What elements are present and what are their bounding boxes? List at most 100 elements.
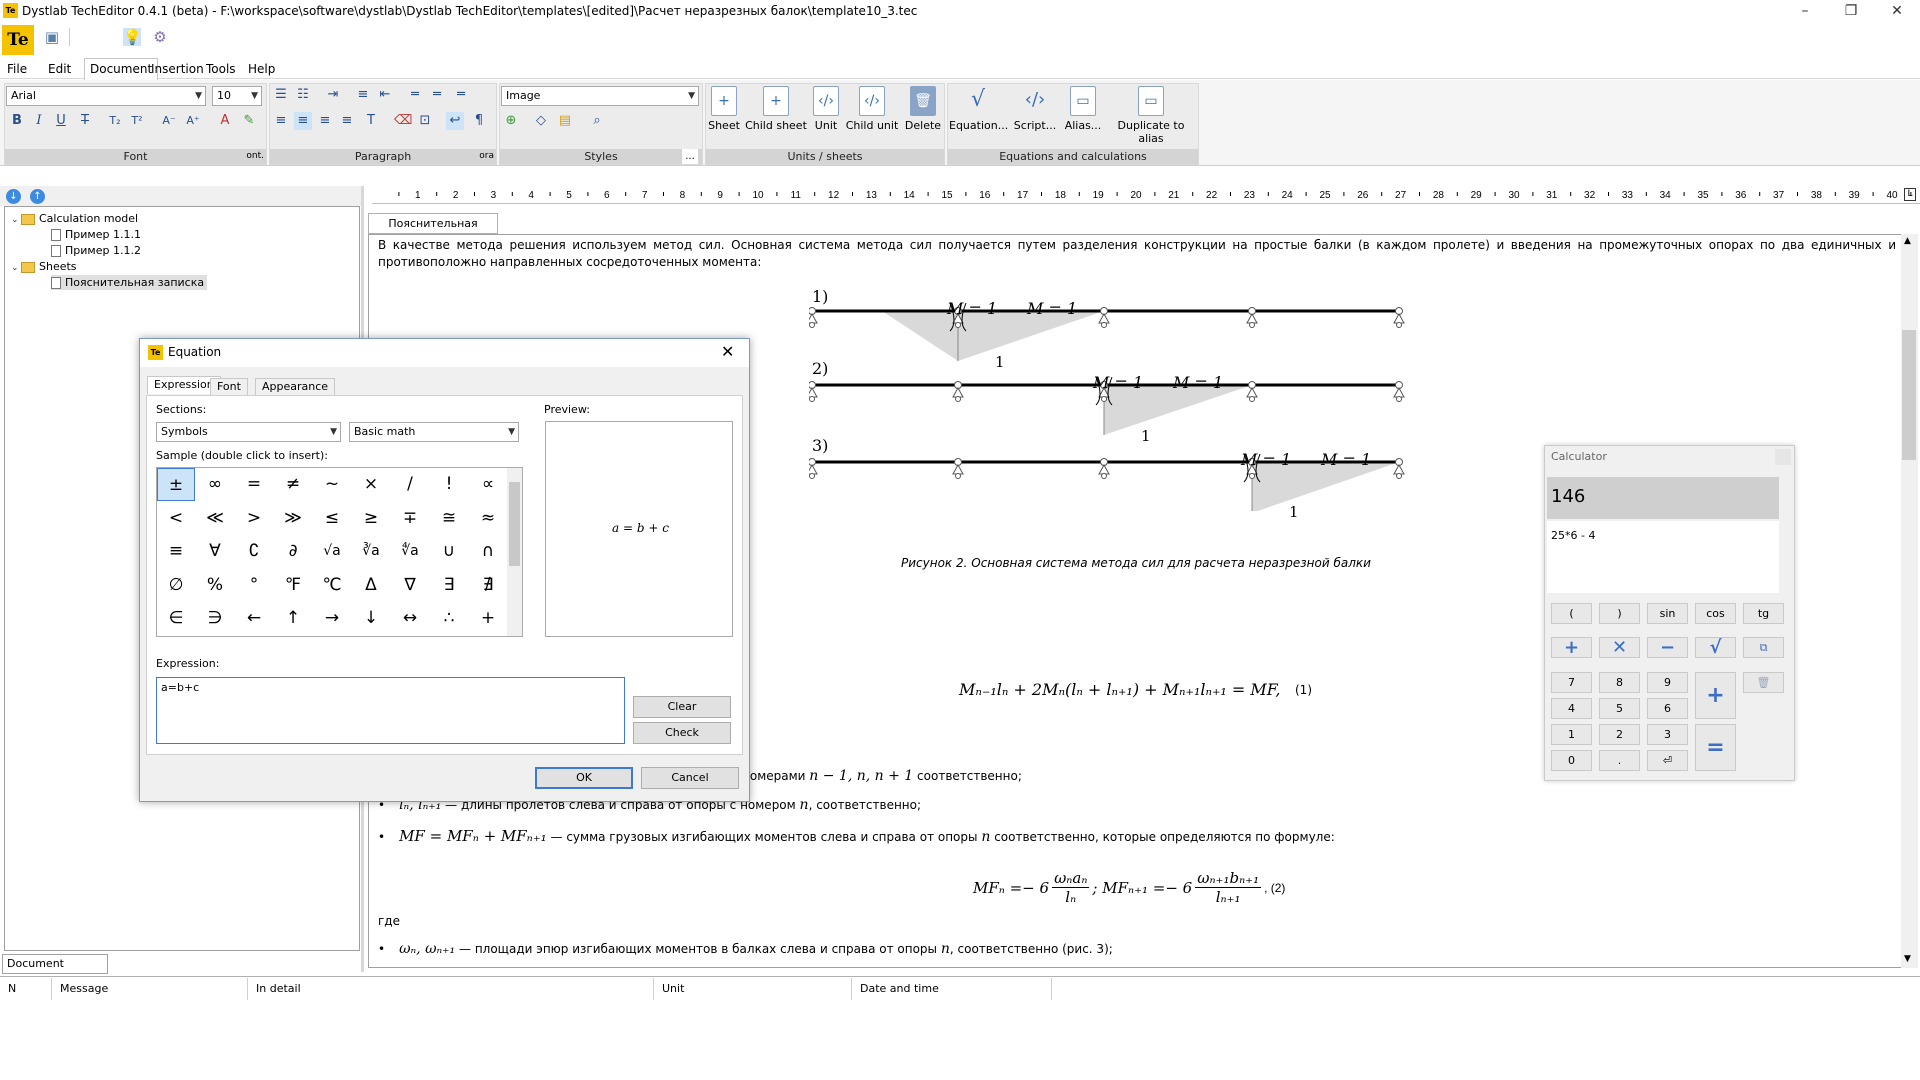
spacing-2-icon[interactable]: ═ [428, 86, 446, 104]
tree-item-sheets[interactable]: ⌄ Sheets [11, 259, 77, 274]
symbol-cell[interactable]: ∂ [274, 535, 312, 568]
calc-digit-2[interactable]: 2 [1599, 724, 1640, 745]
child-unit-button[interactable]: ‹/› Child unit [845, 86, 899, 132]
calc-digit-3[interactable]: 3 [1647, 724, 1688, 745]
minus-icon[interactable]: − [1647, 637, 1688, 658]
column-in-detail[interactable]: In detail [248, 978, 654, 1000]
justify-icon[interactable]: ≡ [338, 112, 356, 130]
superscript-icon[interactable]: T² [128, 112, 146, 130]
symbol-cell[interactable]: ℉ [274, 569, 312, 602]
column-n[interactable]: N [0, 978, 52, 1000]
clear-format-icon[interactable]: ⌫ [394, 112, 412, 130]
cancel-button[interactable]: Cancel [641, 767, 739, 789]
menu-edit[interactable]: Edit [43, 60, 76, 78]
symbol-cell[interactable]: + [469, 602, 507, 635]
decrease-font-icon[interactable]: A⁻ [160, 112, 178, 130]
paragraph-group-more[interactable]: ora [479, 149, 494, 164]
font-color-icon[interactable]: A [216, 112, 234, 130]
font-name-select[interactable]: Arial ▼ [6, 86, 206, 106]
trash-icon[interactable]: 🗑 [1743, 672, 1784, 693]
symbol-cell[interactable]: ∛a [352, 535, 390, 568]
backspace-icon[interactable]: ⏎ [1647, 750, 1688, 771]
document-structure-tab[interactable]: Document structure [2, 954, 108, 988]
tab-appearance[interactable]: Appearance [255, 378, 336, 396]
symbol-cell[interactable]: < [157, 502, 195, 535]
bold-icon[interactable]: B [8, 112, 26, 130]
minimize-icon[interactable]: – [1782, 0, 1828, 22]
clear-button[interactable]: Clear [633, 696, 731, 718]
tree-item-ex1[interactable]: Пример 1.1.1 [51, 227, 141, 242]
symbol-cell[interactable]: ↑ [274, 602, 312, 635]
restore-icon[interactable]: ❐ [1828, 0, 1874, 22]
calc-open-paren[interactable]: ( [1551, 603, 1592, 624]
app-logo[interactable]: Te [2, 25, 34, 55]
symbol-cell[interactable]: ± [157, 468, 195, 501]
tab-stop-icon[interactable]: L [1904, 188, 1916, 201]
expression-input[interactable]: a=b+c [156, 677, 625, 744]
delete-button[interactable]: 🗑 Delete [903, 86, 943, 132]
symbol-cell[interactable]: ∓ [391, 502, 429, 535]
tree-item-ex2[interactable]: Пример 1.1.2 [51, 243, 141, 258]
calc-digit-7[interactable]: 7 [1551, 672, 1592, 693]
style-select[interactable]: Image ▼ [501, 86, 699, 106]
unit-button[interactable]: ‹/› Unit [809, 86, 843, 132]
close-icon[interactable]: ✕ [721, 342, 734, 361]
calc-cos[interactable]: cos [1695, 603, 1736, 624]
calc-digit-8[interactable]: 8 [1599, 672, 1640, 693]
symbol-cell[interactable]: ∪ [430, 535, 468, 568]
calc-digit-6[interactable]: 6 [1647, 698, 1688, 719]
align-left-icon[interactable]: ≡ [272, 112, 290, 130]
tree-item-calc-model[interactable]: ⌄ Calculation model [11, 211, 138, 226]
symbol-cell[interactable]: ~ [313, 468, 351, 501]
gear-icon[interactable]: ⚙ [151, 28, 169, 46]
equation-button[interactable]: √ Equation... [949, 86, 1008, 132]
menu-file[interactable]: File [2, 60, 32, 78]
spacing-3-icon[interactable]: ═ [452, 86, 470, 104]
symbol-cell[interactable]: ↔ [391, 602, 429, 635]
script-button[interactable]: ‹/› Script... [1009, 86, 1061, 132]
calc-close-paren[interactable]: ) [1599, 603, 1640, 624]
tree-up-icon[interactable]: ↑ [30, 189, 45, 204]
symbol-cell[interactable]: → [313, 602, 351, 635]
align-right-icon[interactable]: ≡ [316, 112, 334, 130]
symbol-cell[interactable]: × [352, 468, 390, 501]
symbol-cell[interactable]: ≪ [196, 502, 234, 535]
calc-sin[interactable]: sin [1647, 603, 1688, 624]
styles-more[interactable]: ... [682, 149, 698, 164]
italic-icon[interactable]: I [30, 112, 48, 130]
column-message[interactable]: Message [52, 978, 248, 1000]
symbol-cell[interactable]: Δ [352, 569, 390, 602]
multiply-icon[interactable]: ✕ [1599, 637, 1640, 658]
calculator-history[interactable]: 25*6 - 4 [1547, 521, 1779, 593]
calc-digit-5[interactable]: 5 [1599, 698, 1640, 719]
menu-insertion[interactable]: Insertion [146, 60, 209, 78]
scroll-down-icon[interactable]: ▼ [1904, 954, 1911, 964]
check-button[interactable]: Check [633, 722, 731, 744]
strikethrough-icon[interactable]: T [76, 112, 94, 130]
align-center-icon[interactable]: ≡ [294, 112, 312, 130]
symbol-cell[interactable]: = [235, 468, 273, 501]
outdent-icon[interactable]: ≡ [354, 86, 372, 104]
calc-digit-4[interactable]: 4 [1551, 698, 1592, 719]
line-spacing-icon[interactable]: ⇤ [376, 86, 394, 104]
numbered-list-icon[interactable]: ☷ [294, 86, 312, 104]
increase-font-icon[interactable]: A⁺ [184, 112, 202, 130]
calc-digit-0[interactable]: 0 [1551, 750, 1592, 771]
symbol-cell[interactable]: ∄ [469, 569, 507, 602]
close-icon[interactable]: ✕ [1874, 0, 1920, 22]
symbol-cell[interactable]: ≅ [430, 502, 468, 535]
symbol-cell[interactable]: ← [235, 602, 273, 635]
symbol-cell[interactable]: % [196, 569, 234, 602]
symbol-cell[interactable]: ≠ [274, 468, 312, 501]
symbol-cell[interactable]: ∅ [157, 569, 195, 602]
symbol-cell[interactable]: > [235, 502, 273, 535]
symbol-cell[interactable]: ∝ [469, 468, 507, 501]
highlight-icon[interactable]: ✎ [240, 112, 258, 130]
section-select-1[interactable]: Symbols ▼ [156, 422, 341, 442]
symbol-cell[interactable]: ∴ [430, 602, 468, 635]
symbol-scrollbar[interactable] [507, 468, 522, 636]
calc-digit-9[interactable]: 9 [1647, 672, 1688, 693]
sheet-button[interactable]: + Sheet [705, 86, 743, 132]
text-style-icon[interactable]: T [362, 112, 380, 130]
eraser-icon[interactable]: ◇ [532, 112, 550, 130]
